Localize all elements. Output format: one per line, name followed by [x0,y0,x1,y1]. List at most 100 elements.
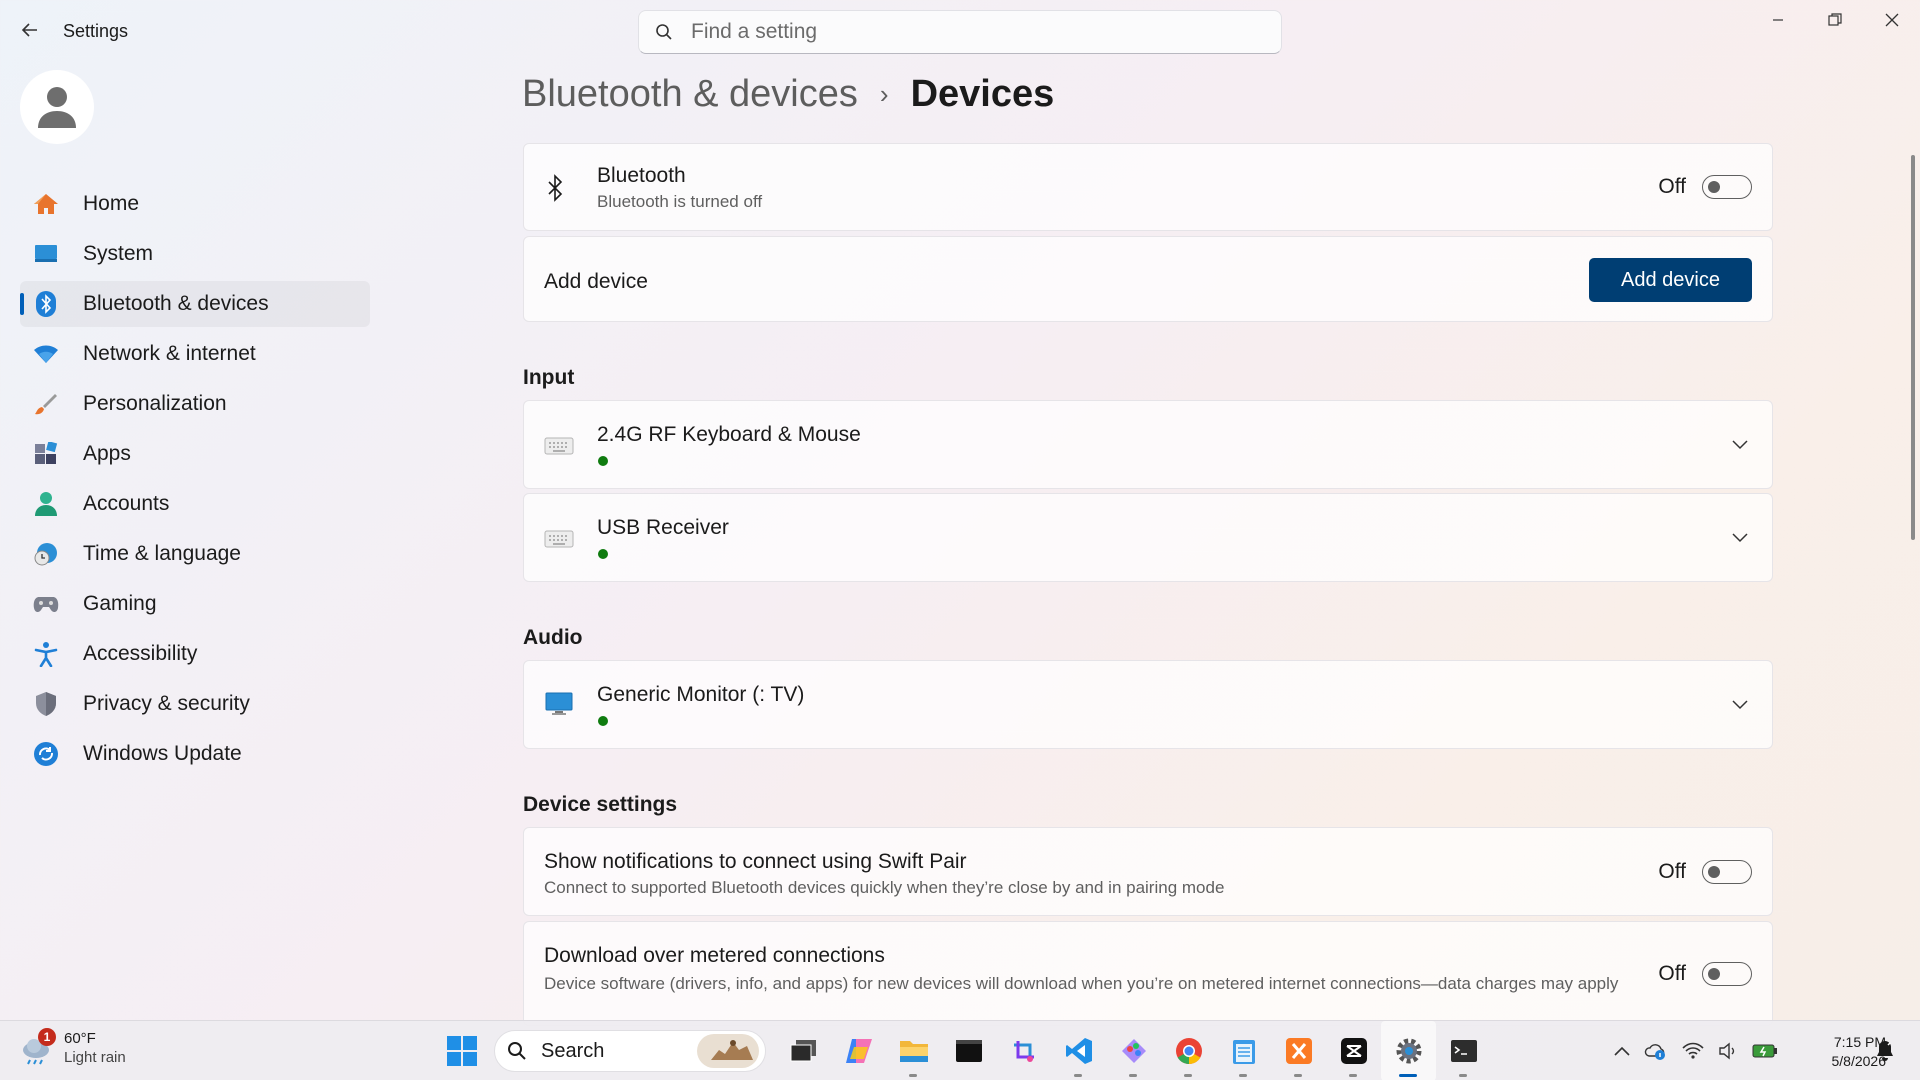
taskbar-app-settings[interactable] [1381,1021,1436,1080]
taskbar-app-terminal[interactable] [1436,1021,1491,1080]
battery-tray-icon[interactable] [1752,1043,1778,1059]
breadcrumb: Bluetooth & devices › Devices [522,73,1054,116]
bell-icon [1877,1041,1893,1061]
back-button[interactable] [16,16,44,44]
weather-alert-badge: 1 [38,1028,56,1046]
taskbar-app-paint[interactable] [1106,1021,1161,1080]
notifications-button[interactable] [1874,1039,1896,1068]
search-icon [507,1041,527,1061]
toggle-knob [1708,866,1720,878]
minimize-button[interactable] [1749,0,1806,40]
swift-pair-toggle[interactable] [1702,860,1752,884]
taskbar-app-xampp[interactable] [1271,1021,1326,1080]
sidebar-item-gaming[interactable]: Gaming [20,581,370,627]
running-indicator [1074,1074,1082,1077]
taskbar-app-vscode[interactable] [1051,1021,1106,1080]
sidebar-item-personalization[interactable]: Personalization [20,381,370,427]
device-name: USB Receiver [597,516,729,539]
taskbar-app-file-explorer[interactable] [886,1021,941,1080]
swift-pair-setting: Show notifications to connect using Swif… [523,827,1773,916]
sidebar-item-system[interactable]: System [20,231,370,277]
chevron-down-icon[interactable] [1730,528,1750,548]
device-row[interactable]: 2.4G RF Keyboard & Mouse [523,400,1773,489]
device-row[interactable]: Generic Monitor (: TV) [523,660,1773,749]
speaker-icon [1719,1042,1735,1060]
chevron-down-icon[interactable] [1730,435,1750,455]
taskbar-search-label: Search [541,1039,605,1062]
bluetooth-subtitle: Bluetooth is turned off [597,192,763,211]
minimize-icon [1772,19,1783,21]
restore-icon [1827,13,1842,26]
onedrive-tray-icon[interactable] [1644,1041,1668,1061]
running-indicator [1294,1074,1302,1077]
scrollbar-thumb[interactable] [1911,155,1915,540]
sidebar-item-windows-update[interactable]: Windows Update [20,731,370,777]
accessibility-icon [32,640,60,668]
breadcrumb-parent-link[interactable]: Bluetooth & devices [522,73,858,116]
wifi-icon [1682,1042,1704,1059]
taskbar-app-snipping-tool[interactable] [996,1021,1051,1080]
taskbar-app-copilot[interactable] [831,1021,886,1080]
taskbar-apps [776,1021,1491,1080]
running-indicator [1129,1074,1137,1077]
page-title: Devices [910,73,1055,115]
search-input[interactable] [691,20,1251,44]
close-icon [1885,13,1898,27]
bluetooth-toggle[interactable] [1702,175,1752,199]
setting-title: Show notifications to connect using Swif… [544,850,967,873]
weather-condition: Light rain [64,1049,126,1066]
running-indicator [909,1074,917,1077]
monitor-icon [544,692,574,715]
sidebar-item-label: Time & language [83,542,241,565]
sidebar-item-time-language[interactable]: Time & language [20,531,370,577]
network-tray-icon[interactable] [1682,1042,1704,1060]
sidebar-item-accessibility[interactable]: Accessibility [20,631,370,677]
restore-button[interactable] [1806,0,1863,40]
app-title: Settings [63,21,129,41]
sidebar-item-label: Accessibility [83,642,198,665]
section-audio: Audio [523,626,583,649]
volume-tray-icon[interactable] [1718,1042,1738,1060]
sidebar-item-apps[interactable]: Apps [20,431,370,477]
taskbar-app-terminal-dark[interactable] [941,1021,996,1080]
sidebar-item-accounts[interactable]: Accounts [20,481,370,527]
setting-title: Download over metered connections [544,944,885,967]
paint-icon [1121,1039,1146,1063]
gamepad-icon [32,590,60,618]
taskbar-app-chrome[interactable] [1161,1021,1216,1080]
taskbar-app-notepad[interactable] [1216,1021,1271,1080]
sidebar-item-bluetooth-devices[interactable]: Bluetooth & devices [20,281,370,327]
copilot-icon [845,1039,872,1063]
show-hidden-icons-button[interactable] [1614,1046,1630,1056]
close-button[interactable] [1863,0,1920,40]
sidebar-item-network[interactable]: Network & internet [20,331,370,377]
bluetooth-icon [546,174,564,207]
cloud-info-icon [1644,1044,1665,1060]
console-icon [955,1040,982,1062]
sidebar-item-label: Bluetooth & devices [83,292,269,315]
sidebar-item-home[interactable]: Home [20,181,370,227]
chevron-down-icon[interactable] [1730,695,1750,715]
add-device-button[interactable]: Add device [1589,258,1752,302]
running-indicator [1239,1074,1247,1077]
device-row[interactable]: USB Receiver [523,493,1773,582]
connected-status-dot [598,456,608,466]
section-device-settings: Device settings [523,793,678,816]
weather-widget[interactable]: 1 60°F Light rain [20,1028,126,1067]
metered-toggle[interactable] [1702,962,1752,986]
taskbar-search[interactable]: Search [494,1030,766,1072]
rain-cloud-icon: 1 [20,1028,56,1066]
vscode-icon [1065,1038,1092,1064]
task-view-button[interactable] [776,1021,831,1080]
running-indicator [1184,1074,1192,1077]
breadcrumb-separator: › [879,79,889,109]
gear-icon [1396,1038,1421,1064]
avatar[interactable] [20,70,94,144]
taskbar-app-capcut[interactable] [1326,1021,1381,1080]
start-button[interactable] [446,1035,478,1067]
settings-search[interactable] [638,10,1282,54]
home-icon [32,190,60,218]
capcut-icon [1340,1038,1367,1064]
sidebar-item-label: Privacy & security [83,692,250,715]
sidebar-item-privacy[interactable]: Privacy & security [20,681,370,727]
